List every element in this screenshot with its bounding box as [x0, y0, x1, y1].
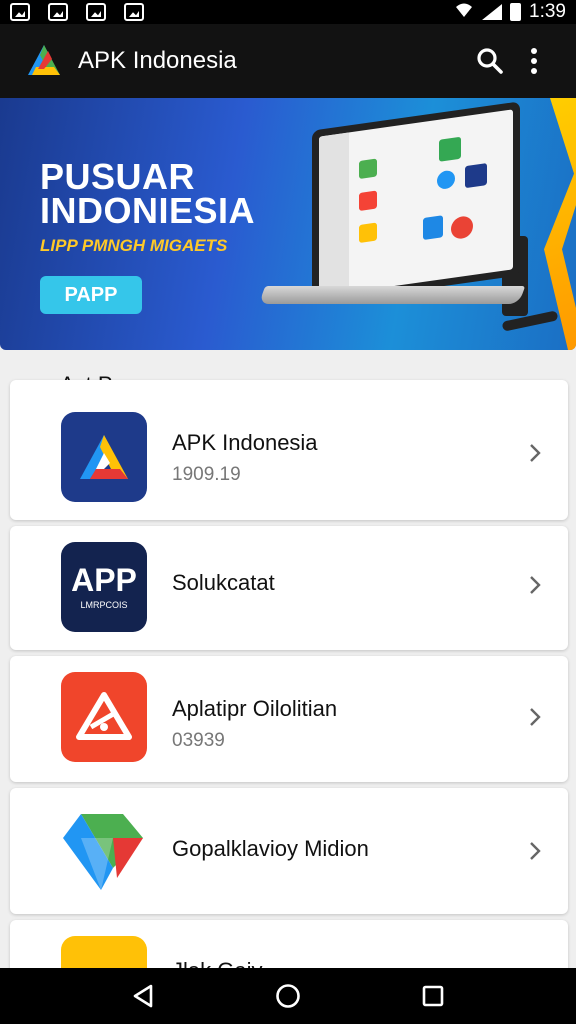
list-item-text: Gopalklavioy Midion	[172, 836, 369, 862]
list-item[interactable]: APK Indonesia 1909.19	[10, 380, 568, 520]
home-icon[interactable]	[274, 982, 302, 1010]
image-icon	[48, 3, 68, 21]
notification-icons	[10, 3, 144, 21]
chevron-right-icon	[530, 842, 541, 860]
screen: 1:39 APK Indonesia PUSUAR INDONIESIA LIP…	[0, 0, 576, 1024]
list-item-text: Solukcatat	[172, 570, 275, 596]
app-logo-icon	[24, 41, 64, 81]
list-item[interactable]: Aplatipr Oilolitian 03939	[10, 656, 568, 782]
recents-icon[interactable]	[419, 982, 447, 1010]
app-meta: 03939	[172, 730, 225, 751]
wifi-icon	[454, 1, 474, 24]
signal-icon	[482, 4, 503, 20]
chevron-right-icon	[530, 576, 541, 594]
image-icon	[124, 3, 144, 21]
search-button[interactable]	[468, 39, 512, 83]
chevron-right-icon	[530, 708, 541, 726]
list-item-text: Aplatipr Oilolitian 03939	[172, 696, 337, 752]
laptop-illustration	[258, 101, 562, 332]
battery-icon	[510, 3, 522, 21]
list-item[interactable]: Gopalklavioy Midion	[10, 788, 568, 914]
app-name: Aplatipr Oilolitian	[172, 696, 338, 721]
app-name: Gopalklavioy Midion	[172, 836, 369, 861]
geo-diamond-logo-icon	[61, 806, 147, 896]
clock: 1:39	[529, 1, 566, 22]
back-icon[interactable]	[129, 982, 157, 1010]
triangle-warning-logo-icon	[61, 672, 147, 762]
banner-title: PUSUAR INDONIESIA	[40, 156, 256, 231]
list-item-text: APK Indonesia 1909.19	[172, 430, 318, 486]
banner-title-line1: PUSUAR	[40, 156, 196, 197]
apk-indonesia-logo-icon	[61, 412, 147, 502]
app-logo-icon: APP LMRPCOIS	[61, 542, 147, 632]
banner-button[interactable]: PAPP	[40, 276, 142, 314]
status-bar: 1:39	[0, 0, 576, 24]
banner-subtitle: LIPP PMNGH MIGAETS	[40, 236, 228, 255]
app-name: APK Indonesia	[172, 430, 318, 455]
notification-icon	[10, 3, 30, 21]
overflow-menu-button[interactable]	[512, 39, 556, 83]
navigation-bar	[0, 968, 576, 1024]
app-meta: 1909.19	[172, 464, 241, 485]
banner-title-line2: INDONIESIA	[40, 190, 256, 231]
chevron-right-icon	[530, 444, 541, 462]
more-vert-icon	[531, 48, 537, 74]
app-title: APK Indonesia	[78, 47, 237, 74]
promo-banner[interactable]: PUSUAR INDONIESIA LIPP PMNGH MIGAETS PAP…	[0, 98, 576, 350]
image-icon	[86, 3, 106, 21]
system-icons: 1:39	[454, 1, 566, 24]
app-bar: APK Indonesia	[0, 24, 576, 98]
app-name: Solukcatat	[172, 570, 275, 595]
search-icon	[477, 48, 503, 74]
list-item[interactable]: APP LMRPCOIS Solukcatat	[10, 526, 568, 650]
